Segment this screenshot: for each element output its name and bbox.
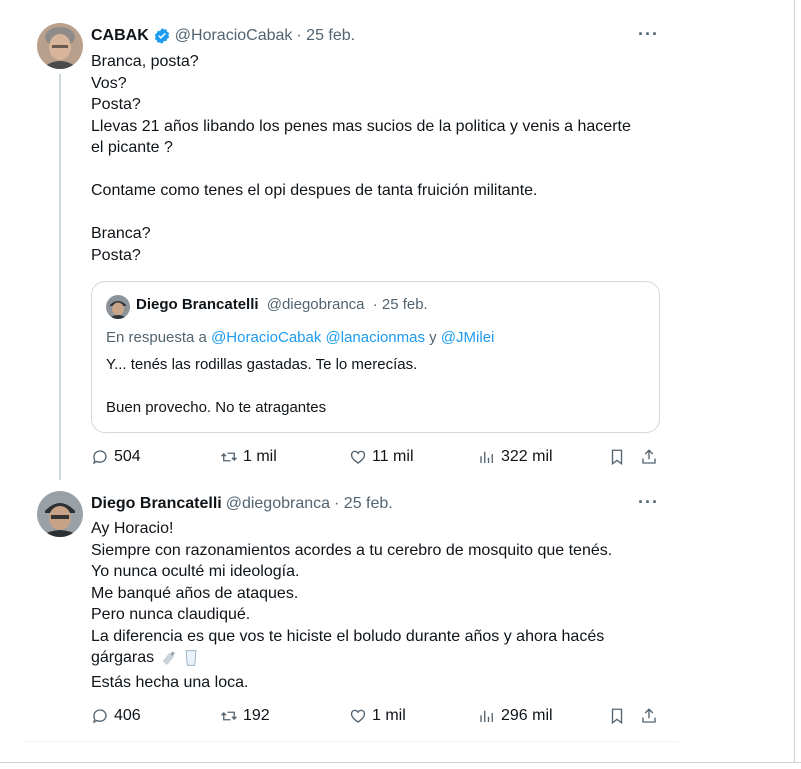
verified-badge-icon	[154, 28, 169, 44]
divider	[23, 741, 678, 742]
bookmark-icon	[611, 449, 623, 466]
retweet-icon	[221, 452, 237, 462]
quoted-header: Diego Brancatelli @diegobranca · 25 feb.	[136, 296, 428, 313]
quoted-text-2: Buen provecho. No te atragantes	[106, 399, 327, 416]
tweet-header: Diego Brancatelli @diegobranca · 25 feb.	[91, 493, 393, 515]
bookmark-icon	[611, 708, 623, 725]
quoted-handle: @diegobranca	[266, 296, 365, 313]
display-name[interactable]: Diego Brancatelli	[91, 495, 222, 513]
quoted-tweet[interactable]: Diego Brancatelli @diegobranca · 25 feb.…	[91, 281, 660, 433]
timestamp[interactable]: · 25 feb.	[296, 27, 355, 45]
views-button[interactable]: 296 mil	[478, 707, 553, 725]
share-icon	[642, 449, 656, 464]
reply-context: En respuesta a @HoracioCabak @lanacionma…	[106, 329, 494, 346]
retweet-count: 1 mil	[243, 448, 277, 465]
reply-and: y	[429, 329, 437, 346]
tweet-text: Branca, posta? Vos? Posta? Llevas 21 año…	[91, 53, 631, 264]
retweet-button[interactable]: 1 mil	[220, 448, 277, 466]
reply-icon	[92, 709, 107, 724]
tweet-text-end: Estás hecha una loca.	[91, 674, 249, 691]
thread-line	[59, 74, 61, 480]
quoted-avatar	[106, 295, 130, 319]
share-button[interactable]	[640, 448, 658, 466]
share-icon	[642, 708, 656, 723]
like-button[interactable]: 11 mil	[349, 448, 414, 466]
reply-count: 504	[114, 448, 141, 465]
bookmark-button[interactable]	[608, 707, 626, 725]
retweet-count: 192	[243, 707, 270, 724]
reply-count: 406	[114, 707, 141, 724]
retweet-icon	[221, 711, 237, 721]
quoted-text: Y... tenés las rodillas gastadas. Te lo …	[106, 356, 418, 373]
spray-bottle-icon	[163, 651, 176, 665]
reply-prefix: En respuesta a	[106, 329, 207, 346]
quoted-timestamp: · 25 feb.	[372, 296, 428, 313]
heart-icon	[350, 709, 366, 723]
like-count: 1 mil	[372, 707, 406, 724]
views-count: 322 mil	[501, 448, 553, 465]
reply-mentions[interactable]: @HoracioCabak @lanacionmas	[211, 329, 425, 346]
image-frame-right	[794, 0, 801, 768]
tweet-text: Ay Horacio! Siempre con razonamientos ac…	[91, 520, 613, 645]
handle[interactable]: @diegobranca	[226, 495, 330, 513]
more-options-icon[interactable]: ···	[638, 24, 659, 45]
tweet-text-line: gárgaras	[91, 647, 198, 669]
handle[interactable]: @HoracioCabak	[175, 27, 293, 45]
avatar[interactable]	[37, 23, 83, 69]
like-button[interactable]: 1 mil	[349, 707, 406, 725]
bookmark-button[interactable]	[608, 448, 626, 466]
reply-button[interactable]: 406	[91, 707, 141, 725]
retweet-button[interactable]: 192	[220, 707, 270, 725]
display-name[interactable]: CABAK	[91, 27, 149, 45]
views-icon	[480, 710, 493, 722]
share-button[interactable]	[640, 707, 658, 725]
more-options-icon[interactable]: ···	[638, 492, 659, 513]
reply-icon	[92, 450, 107, 465]
tweet-header: CABAK @HoracioCabak · 25 feb.	[91, 25, 355, 47]
avatar[interactable]	[37, 491, 83, 537]
views-icon	[480, 451, 493, 463]
heart-icon	[350, 450, 366, 464]
quoted-display-name: Diego Brancatelli	[136, 296, 259, 313]
like-count: 11 mil	[372, 448, 414, 465]
reply-button[interactable]: 504	[91, 448, 141, 466]
tweet-text-word: gárgaras	[91, 649, 155, 666]
timestamp[interactable]: · 25 feb.	[334, 495, 393, 513]
reply-mention-last[interactable]: @JMilei	[441, 329, 495, 346]
views-button[interactable]: 322 mil	[478, 448, 553, 466]
views-count: 296 mil	[501, 707, 553, 724]
glass-icon	[185, 649, 197, 666]
